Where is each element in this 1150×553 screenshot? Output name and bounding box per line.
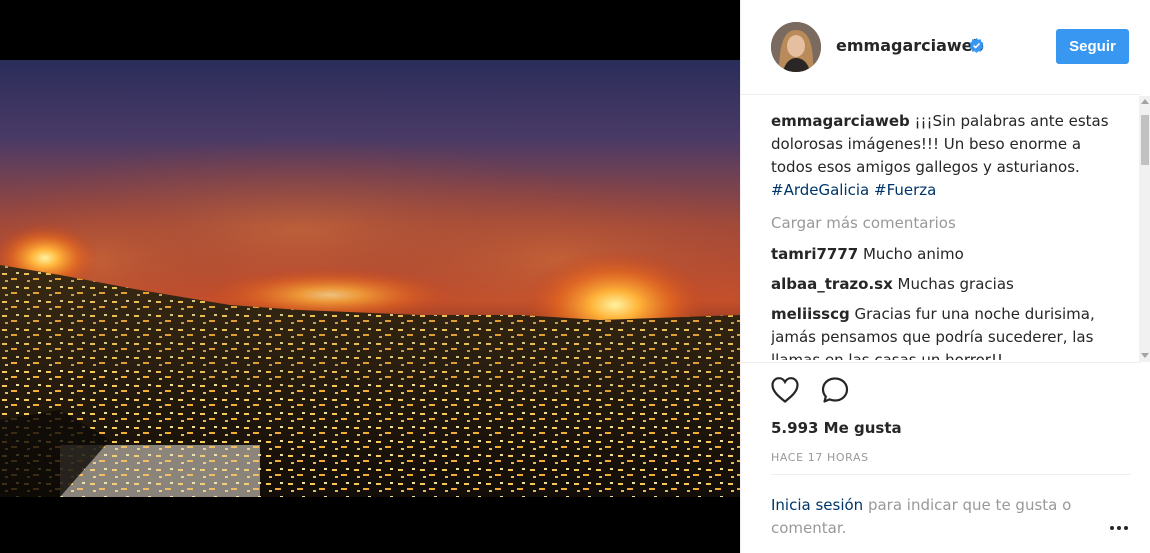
avatar[interactable] — [771, 22, 821, 72]
speech-bubble-icon[interactable] — [820, 376, 850, 404]
hashtag-link[interactable]: #Fuerza — [874, 181, 936, 199]
scrollbar-thumb[interactable] — [1141, 115, 1149, 165]
post-side-panel: emmagarciaweb Seguir emmagarciaweb ¡¡¡Si… — [740, 0, 1150, 553]
photo-pane — [0, 0, 740, 553]
wildfire-night-city-image — [0, 60, 740, 497]
profile-picture-icon — [771, 22, 821, 72]
comment-text: Mucho animo — [858, 245, 964, 263]
comment-username[interactable]: albaa_trazo.sx — [771, 275, 893, 293]
load-more-comments-button[interactable]: Cargar más comentarios — [771, 212, 1126, 235]
login-divider — [771, 474, 1131, 475]
hashtag-link[interactable]: #ArdeGalicia — [771, 181, 869, 199]
heart-icon[interactable] — [770, 376, 800, 404]
verified-badge-icon — [969, 38, 984, 53]
comment-username[interactable]: meliisscg — [771, 305, 850, 323]
more-options-icon[interactable] — [1109, 517, 1129, 530]
comment: meliisscg Gracias fur una noche durisima… — [771, 303, 1126, 360]
login-prompt: Inicia sesión para indicar que te gusta … — [771, 494, 1101, 540]
comment: albaa_trazo.sx Muchas gracias — [771, 273, 1126, 296]
comment-text: Muchas gracias — [892, 275, 1014, 293]
follow-button[interactable]: Seguir — [1056, 29, 1129, 64]
scroll-down-arrow-icon[interactable] — [1141, 353, 1149, 358]
comment-username[interactable]: tamri7777 — [771, 245, 858, 263]
caption-username[interactable]: emmagarciaweb — [771, 112, 910, 130]
like-count[interactable]: 5.993 Me gusta — [771, 419, 902, 437]
comments-list: emmagarciaweb ¡¡¡Sin palabras ante estas… — [771, 110, 1126, 360]
scroll-up-arrow-icon[interactable] — [1141, 99, 1149, 104]
post-photo[interactable] — [0, 60, 740, 497]
actions-divider — [741, 362, 1141, 363]
post-header: emmagarciaweb Seguir — [741, 0, 1141, 95]
caption: emmagarciaweb ¡¡¡Sin palabras ante estas… — [771, 110, 1126, 202]
comment: tamri7777 Mucho animo — [771, 243, 1126, 266]
username[interactable]: emmagarciaweb — [836, 36, 984, 55]
comments-scrollbar[interactable] — [1139, 96, 1150, 362]
login-link[interactable]: Inicia sesión — [771, 496, 863, 514]
post-timestamp: HACE 17 HORAS — [771, 451, 869, 464]
